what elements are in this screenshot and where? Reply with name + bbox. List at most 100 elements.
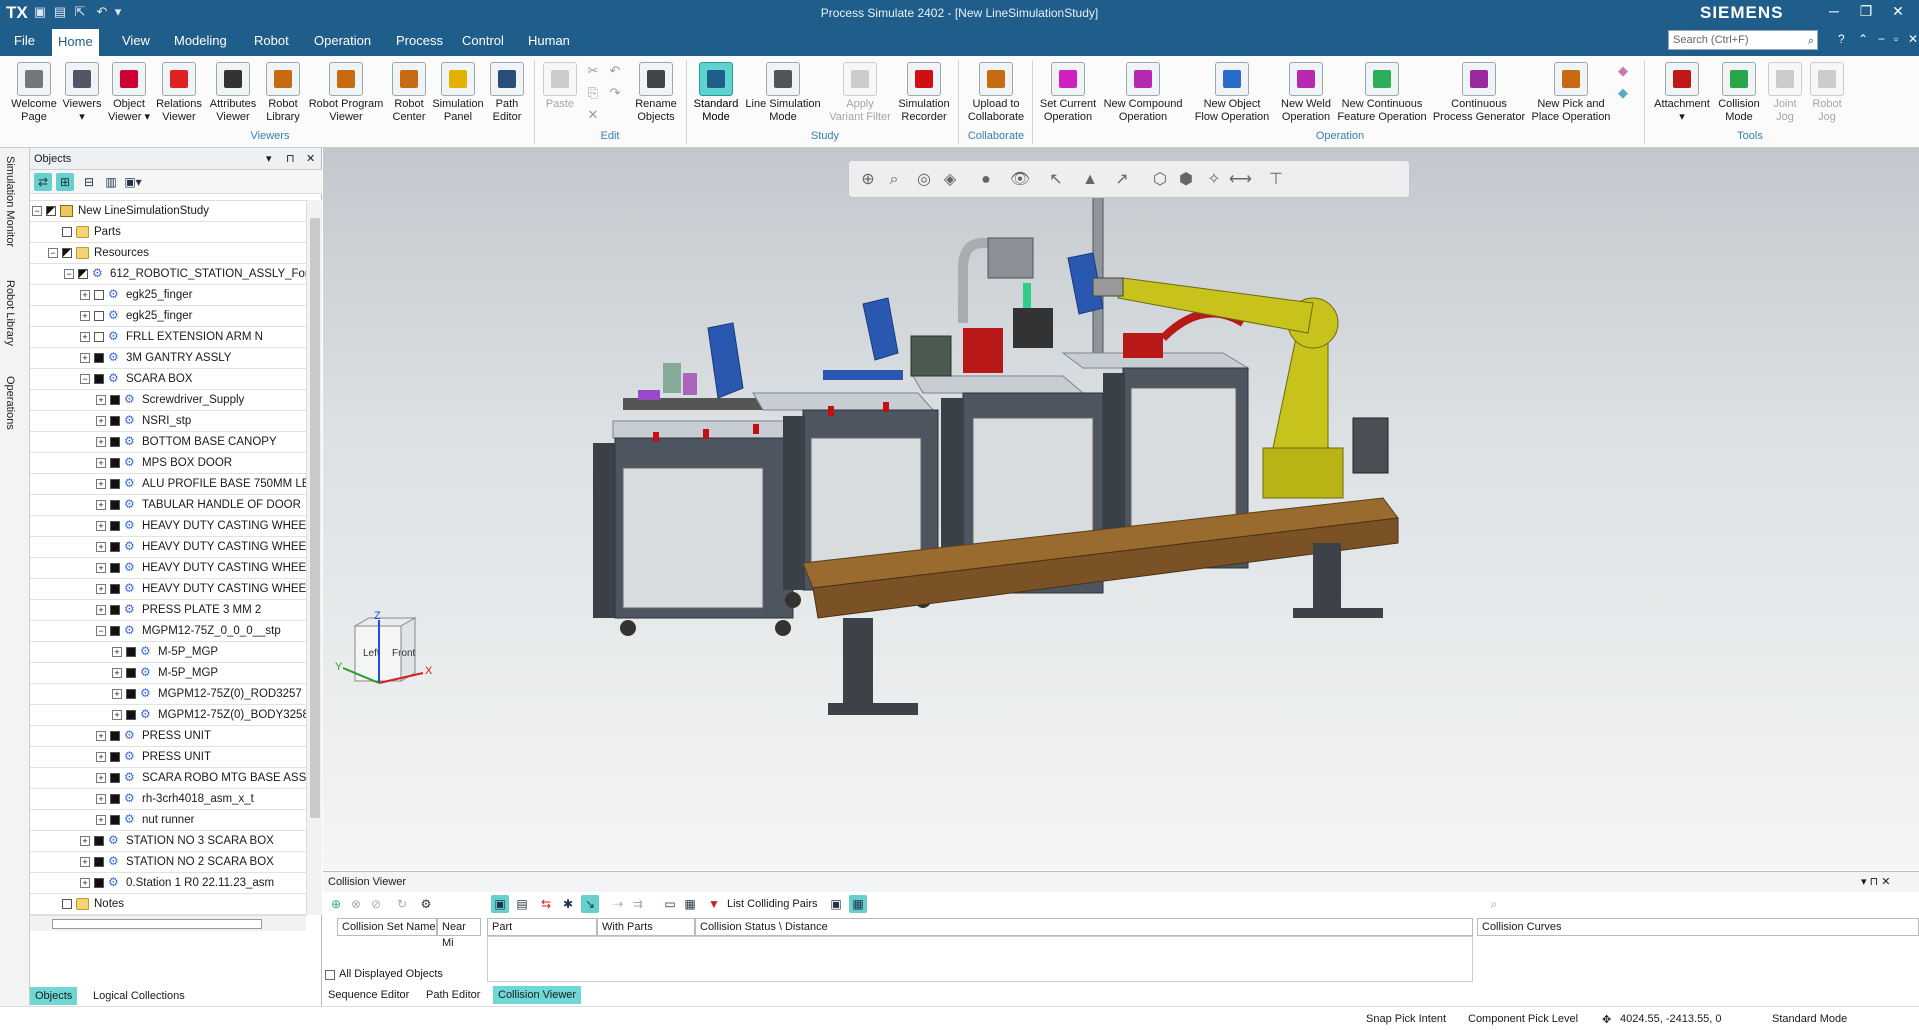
zoom-to-fit-icon[interactable]: ⊕ — [857, 169, 879, 191]
new-collision-set-icon[interactable]: ⊕ — [327, 895, 345, 913]
relations-viewer-button[interactable]: Relations Viewer — [154, 60, 204, 124]
selection-arrow-icon[interactable]: ↖ — [1045, 169, 1067, 191]
show-colliding-icon[interactable]: ↘ — [581, 895, 599, 913]
expand-icon[interactable]: + — [112, 647, 122, 657]
expand-icon[interactable]: + — [80, 878, 90, 888]
pin-icon[interactable]: ⊓ — [286, 152, 295, 165]
display-checkbox[interactable] — [110, 479, 120, 489]
display-checkbox[interactable] — [94, 311, 104, 321]
menu-view[interactable]: View — [116, 26, 156, 56]
cut-icon[interactable]: ✂ — [584, 62, 602, 80]
expand-icon[interactable]: + — [96, 563, 106, 573]
display-checkbox[interactable] — [110, 584, 120, 594]
tree-row[interactable]: + ⚙ HEAVY DUTY CASTING WHEEL — [30, 579, 306, 600]
snap-icon[interactable]: ✧ — [1203, 169, 1225, 191]
welcome-page-button[interactable]: Welcome Page — [8, 60, 60, 124]
display-checkbox[interactable] — [110, 395, 120, 405]
tree-row[interactable]: + ⚙ 0.Station 1 R0 22.11.23_asm — [30, 873, 306, 894]
menu-file[interactable]: File — [8, 26, 41, 56]
tree-row[interactable]: + ⚙ HEAVY DUTY CASTING WHEEL — [30, 537, 306, 558]
display-checkbox[interactable] — [110, 563, 120, 573]
collision-pair-icon[interactable]: ⇆ — [537, 895, 555, 913]
collision-settings-icon[interactable]: ⚙ — [417, 895, 435, 913]
expand-icon[interactable]: + — [96, 395, 106, 405]
tree-horizontal-scrollbar[interactable] — [30, 915, 306, 931]
checkbox-box[interactable] — [325, 970, 335, 980]
expand-icon[interactable]: + — [96, 794, 106, 804]
minimize-button[interactable]: ─ — [1820, 3, 1848, 19]
display-checkbox[interactable] — [110, 815, 120, 825]
tab-collision-viewer[interactable]: Collision Viewer — [493, 986, 582, 1004]
table-icon[interactable]: ▦ — [681, 895, 699, 913]
tab-objects[interactable]: Objects — [30, 987, 78, 1005]
hierarchy-icon[interactable]: ⊟ — [80, 173, 98, 191]
collapse-icon[interactable]: − — [80, 374, 90, 384]
list-colliding-pairs-label[interactable]: List Colliding Pairs — [727, 898, 817, 910]
shading-icon[interactable]: ● — [975, 169, 997, 191]
robot-program-viewer-button[interactable]: Robot Program Viewer — [304, 60, 388, 124]
tab-simulation-monitor[interactable]: Simulation Monitor — [4, 156, 16, 247]
tree-row[interactable]: + ⚙ PRESS UNIT — [30, 726, 306, 747]
undo-edit-icon[interactable]: ↶ — [606, 62, 624, 80]
snowflake-icon[interactable]: ✱ — [559, 895, 577, 913]
tree-row[interactable]: − ⚙ 612_ROBOTIC_STATION_ASSLY_For_Pr — [30, 264, 306, 285]
delete-icon[interactable]: ✕ — [584, 106, 602, 124]
view-cube[interactable]: Left Front Z Y X — [335, 610, 433, 684]
display-checkbox[interactable] — [94, 353, 104, 363]
scroll-thumb[interactable] — [52, 919, 262, 929]
expand-icon[interactable]: + — [96, 752, 106, 762]
snap-pick-intent[interactable]: Snap Pick Intent — [1366, 1013, 1446, 1025]
display-checkbox[interactable] — [110, 794, 120, 804]
attachment-button[interactable]: Attachment ▾ — [1650, 60, 1714, 124]
window-restore-icon[interactable]: ▫ — [1894, 32, 1898, 46]
expand-icon[interactable]: + — [112, 710, 122, 720]
menu-modeling[interactable]: Modeling — [168, 26, 233, 56]
search-icon[interactable]: ⌕ — [1808, 32, 1814, 50]
disabled-icon-1[interactable]: ⇢ — [609, 895, 627, 913]
display-checkbox[interactable] — [110, 521, 120, 531]
all-displayed-objects-checkbox[interactable]: All Displayed Objects — [323, 968, 483, 982]
options-icon[interactable]: ▣▾ — [124, 173, 142, 191]
pick-intent-icon[interactable]: ↗ — [1111, 169, 1133, 191]
display-checkbox[interactable] — [62, 227, 72, 237]
tree-row[interactable]: + ⚙ NSRI_stp — [30, 411, 306, 432]
edit-collision-set-icon[interactable]: ⊘ — [367, 895, 385, 913]
path-editor-button[interactable]: Path Editor — [486, 60, 528, 124]
display-checkbox[interactable] — [110, 626, 120, 636]
joint-jog-button[interactable]: Joint Jog — [1764, 60, 1806, 124]
display-checkbox[interactable] — [46, 206, 56, 216]
expand-icon[interactable]: + — [112, 689, 122, 699]
collision-results-area[interactable] — [487, 936, 1473, 982]
tab-robot-library[interactable]: Robot Library — [4, 280, 16, 346]
tree-row[interactable]: − New LineSimulationStudy — [30, 201, 306, 222]
operation-extra-icon-2[interactable]: ◆ — [1614, 84, 1632, 102]
display-checkbox[interactable] — [94, 857, 104, 867]
placement-manipulator-icon[interactable]: ⊤ — [1265, 169, 1287, 191]
help-icon[interactable]: ? — [1838, 32, 1845, 46]
collapse-icon[interactable]: − — [32, 206, 42, 216]
expand-icon[interactable]: + — [96, 500, 106, 510]
tab-logical-collections[interactable]: Logical Collections — [88, 987, 190, 1005]
display-checkbox[interactable] — [110, 542, 120, 552]
component-pick-level[interactable]: Component Pick Level — [1468, 1013, 1578, 1025]
tree-row[interactable]: + ⚙ nut runner — [30, 810, 306, 831]
display-checkbox[interactable] — [126, 710, 136, 720]
restore-button[interactable]: ❐ — [1852, 3, 1880, 20]
display-checkbox[interactable] — [110, 752, 120, 762]
expand-icon[interactable]: + — [96, 479, 106, 489]
display-checkbox[interactable] — [94, 290, 104, 300]
collision-on-icon[interactable]: ▣ — [491, 895, 509, 913]
robot-jog-button[interactable]: Robot Jog — [1806, 60, 1848, 124]
expand-icon[interactable]: + — [80, 311, 90, 321]
tab-sequence-editor[interactable]: Sequence Editor — [323, 986, 414, 1004]
layout-icon-2[interactable]: ▦ — [849, 895, 867, 913]
robot-library-button[interactable]: Robot Library — [262, 60, 304, 124]
tree-row[interactable]: − ⚙ MGPM12-75Z_0_0_0__stp — [30, 621, 306, 642]
tree-row[interactable]: + ⚙ TABULAR HANDLE OF DOOR — [30, 495, 306, 516]
expand-icon[interactable]: + — [80, 332, 90, 342]
tree-row[interactable]: + ⚙ M-5P_MGP — [30, 663, 306, 684]
tree-row[interactable]: + ⚙ PRESS PLATE 3 MM 2 — [30, 600, 306, 621]
measure-icon[interactable]: ⟷ — [1229, 169, 1252, 191]
display-checkbox[interactable] — [94, 374, 104, 384]
expand-icon[interactable]: + — [96, 773, 106, 783]
